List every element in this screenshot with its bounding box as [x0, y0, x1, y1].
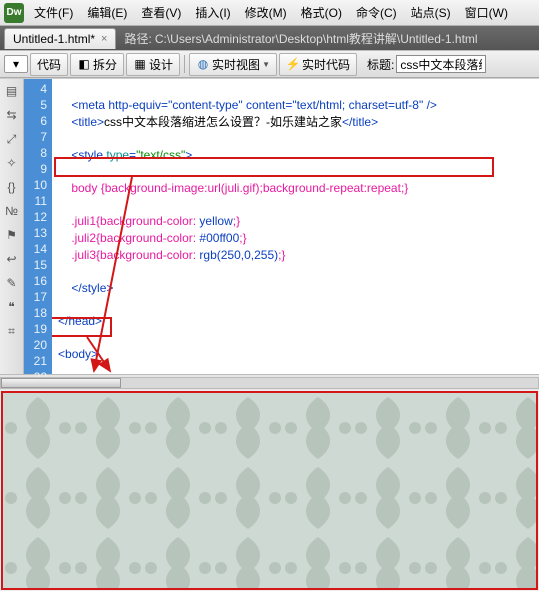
open-docs-icon[interactable]: ▤	[4, 83, 20, 99]
title-label: 标题:	[367, 56, 394, 73]
menu-commands[interactable]: 命令(C)	[352, 1, 401, 24]
app-logo-icon: Dw	[4, 3, 24, 23]
code-editor: ▤ ⇆ ⤢ ✧ {} № ⚑ ↩ ✎ ❝ ⌗ 45678910111213141…	[0, 78, 539, 374]
separator	[184, 55, 185, 73]
path-label: 路径:	[124, 30, 151, 47]
line-numbers-icon[interactable]: №	[4, 203, 20, 219]
collapse-icon[interactable]: ⇆	[4, 107, 20, 123]
document-tab-bar: Untitled-1.html* × 路径: C:\Users\Administ…	[0, 26, 539, 50]
highlight-invalid-icon[interactable]: ⚑	[4, 227, 20, 243]
document-tab[interactable]: Untitled-1.html* ×	[4, 28, 116, 49]
menu-file[interactable]: 文件(F)	[30, 1, 77, 24]
code-area[interactable]: <meta http-equiv="content-type" content=…	[52, 79, 539, 374]
design-icon: ▦	[133, 57, 147, 71]
close-icon[interactable]: ×	[101, 33, 107, 45]
menu-format[interactable]: 格式(O)	[297, 1, 346, 24]
select-parent-icon[interactable]: ✧	[4, 155, 20, 171]
line-gutter: 45678910111213141516171819202122	[24, 79, 52, 374]
syntax-error-icon[interactable]: ✎	[4, 275, 20, 291]
recent-snippets-icon[interactable]: ⌗	[4, 323, 20, 339]
split-icon: ◧	[77, 57, 91, 71]
dropdown-icon: ▾	[9, 57, 23, 71]
menu-edit[interactable]: 编辑(E)	[83, 1, 131, 24]
word-wrap-icon[interactable]: ↩	[4, 251, 20, 267]
title-input[interactable]	[396, 55, 486, 73]
split-view-button[interactable]: ◧ 拆分	[70, 53, 124, 76]
balance-braces-icon[interactable]: {}	[4, 179, 20, 195]
menu-site[interactable]: 站点(S)	[407, 1, 455, 24]
globe-icon: ◍	[196, 57, 210, 71]
live-view-button[interactable]: ◍ 实时视图 ▼	[189, 53, 277, 76]
apply-comment-icon[interactable]: ❝	[4, 299, 20, 315]
preview-background-pattern	[3, 393, 536, 588]
live-code-button[interactable]: ⚡ 实时代码	[279, 53, 357, 76]
design-preview	[1, 391, 538, 590]
menubar: Dw 文件(F) 编辑(E) 查看(V) 插入(I) 修改(M) 格式(O) 命…	[0, 0, 539, 26]
chevron-down-icon: ▼	[262, 60, 270, 69]
highlight-body-rule	[54, 157, 494, 177]
scroll-thumb[interactable]	[1, 378, 121, 388]
menu-insert[interactable]: 插入(I)	[191, 1, 234, 24]
expand-icon[interactable]: ⤢	[4, 131, 20, 147]
code-view-button[interactable]: 代码	[30, 53, 68, 76]
highlight-body-tag	[52, 317, 112, 337]
design-view-button[interactable]: ▦ 设计	[126, 53, 180, 76]
tab-title: Untitled-1.html*	[13, 32, 95, 46]
livecode-icon: ⚡	[286, 57, 300, 71]
menu-modify[interactable]: 修改(M)	[241, 1, 291, 24]
horizontal-scrollbar[interactable]	[0, 374, 539, 390]
scroll-track[interactable]	[0, 377, 539, 389]
menu-window[interactable]: 窗口(W)	[461, 1, 512, 24]
view-dropdown[interactable]: ▾	[4, 55, 28, 73]
menu-view[interactable]: 查看(V)	[137, 1, 185, 24]
document-toolbar: ▾ 代码 ◧ 拆分 ▦ 设计 ◍ 实时视图 ▼ ⚡ 实时代码 标题:	[0, 50, 539, 78]
path-value: C:\Users\Administrator\Desktop\html教程讲解\…	[155, 30, 478, 47]
code-tool-strip: ▤ ⇆ ⤢ ✧ {} № ⚑ ↩ ✎ ❝ ⌗	[0, 79, 24, 374]
